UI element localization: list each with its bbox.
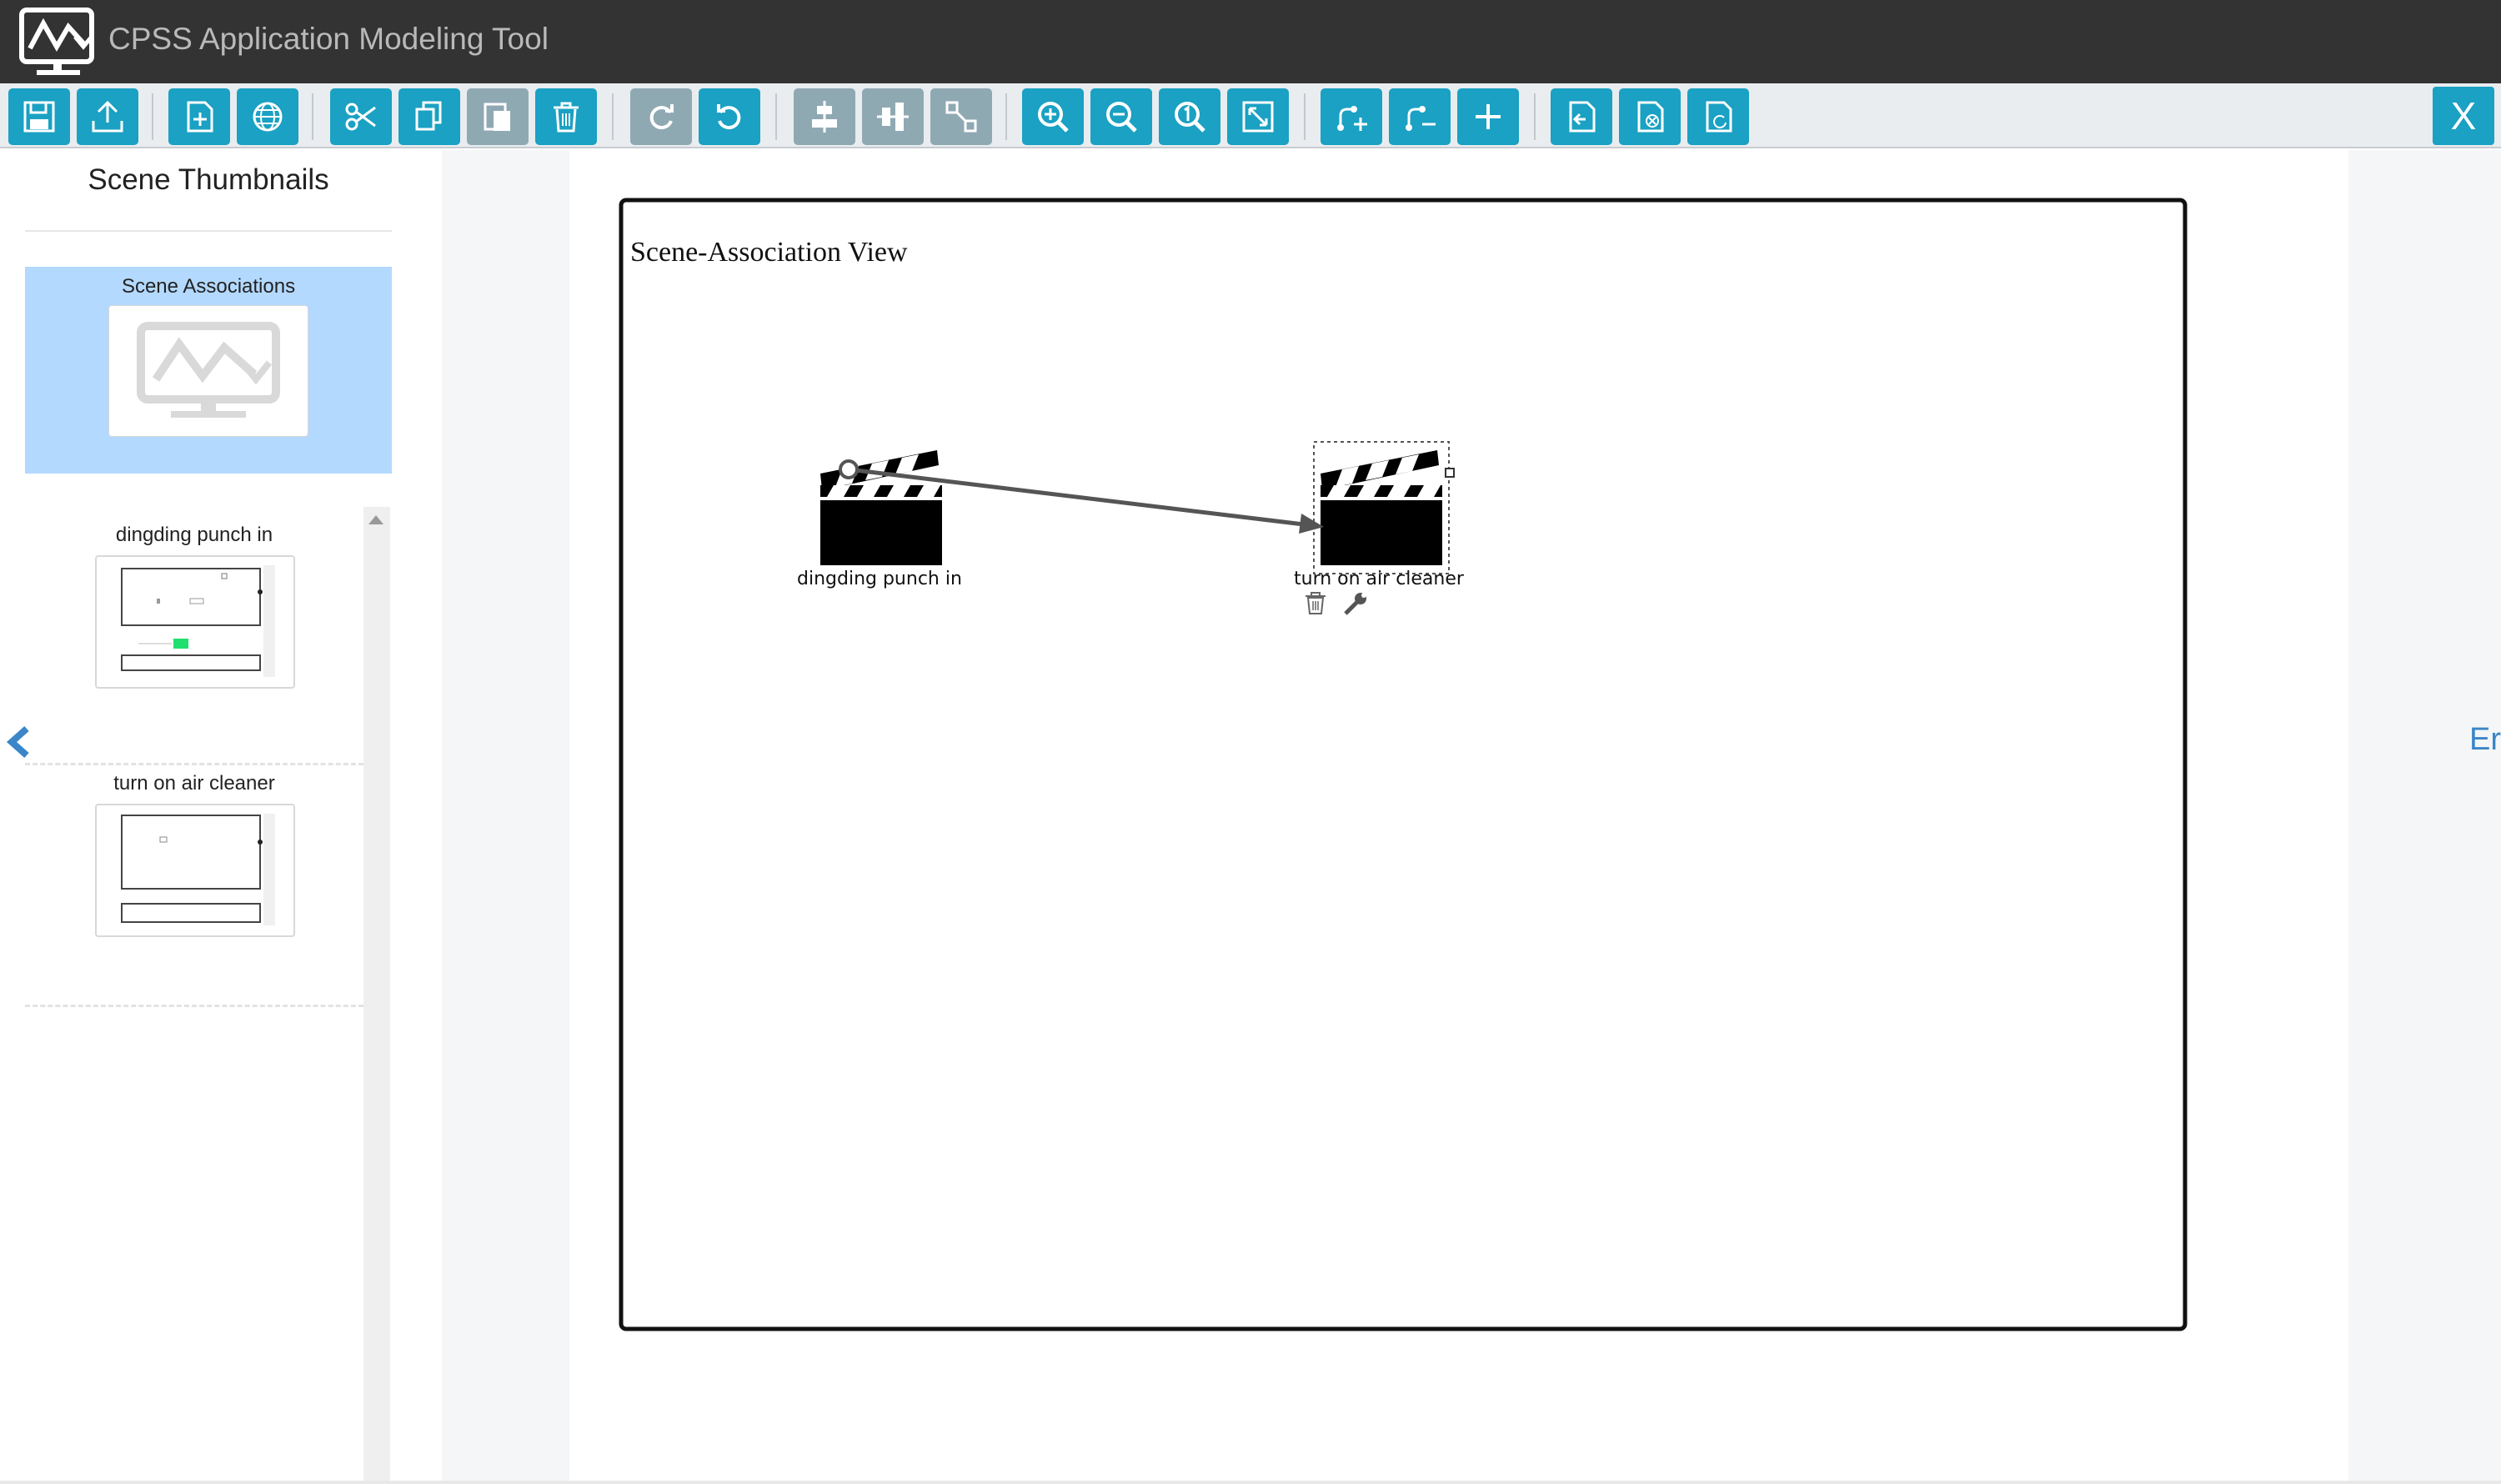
resize-handle[interactable] [1445, 468, 1455, 478]
view-title: Scene-Association View [630, 237, 908, 268]
wrench-icon[interactable] [1344, 593, 1366, 615]
node-label: dingding punch in [797, 569, 962, 589]
divider [0, 1481, 2501, 1484]
clapperboard-icon[interactable] [1321, 450, 1442, 565]
truncated-text: Er [2469, 722, 2501, 757]
node-label: turn on air cleaner [1294, 569, 1464, 589]
trash-icon[interactable] [1306, 592, 1326, 614]
view-frame [619, 198, 2188, 1331]
clapperboard-icon[interactable] [820, 450, 942, 565]
scene-association-diagram [619, 198, 2188, 1331]
